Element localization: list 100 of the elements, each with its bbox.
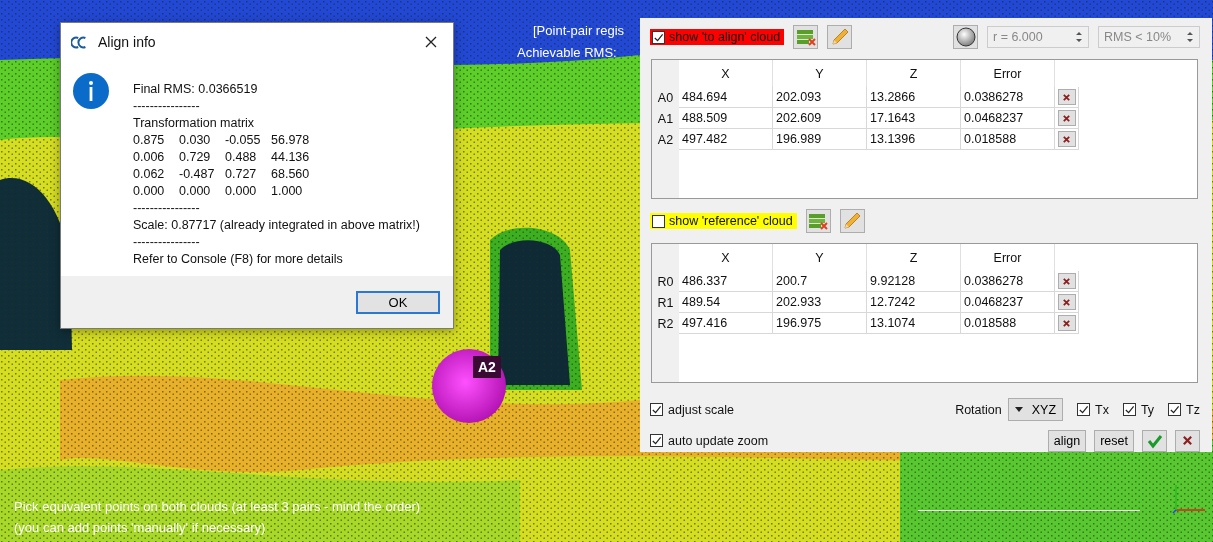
- matrix-value: 0.727: [225, 166, 258, 183]
- delete-button[interactable]: [1057, 89, 1076, 105]
- delete-button[interactable]: [1057, 110, 1076, 126]
- message-text: ----------------: [133, 234, 201, 251]
- table-cell: 202.933: [773, 292, 867, 313]
- table-cell: 196.975: [773, 313, 867, 334]
- cloud-toggle[interactable]: show 'to align' cloud: [650, 29, 785, 45]
- rotation-label: Rotation: [955, 402, 1002, 417]
- table-cell: 17.1643: [867, 108, 961, 129]
- message-text: Refer to Console (F8) for more details: [133, 251, 344, 268]
- instruction-text: Pick equivalent points on both clouds (at least 3 pairs - mind the order): [14, 498, 421, 516]
- matrix-value: 0.006: [133, 149, 166, 166]
- confirm-button[interactable]: [1142, 429, 1167, 452]
- matrix-value: 0.030: [179, 132, 212, 149]
- matrix-value: 0.000: [179, 183, 212, 200]
- remove-points-button[interactable]: [805, 209, 831, 233]
- row-header: A2: [656, 131, 675, 149]
- table-cell: 12.7242: [867, 292, 961, 313]
- cancel-button[interactable]: [1175, 429, 1200, 452]
- ok-button[interactable]: OK: [356, 290, 440, 314]
- window-title: Align info: [98, 34, 156, 50]
- sphere-icon: [955, 27, 976, 47]
- checkbox[interactable]: [650, 403, 663, 416]
- table-cell: 9.92128: [867, 271, 961, 292]
- cloud-toggle[interactable]: show 'reference' cloud: [650, 213, 797, 229]
- delete-button[interactable]: [1057, 294, 1076, 310]
- checkbox-label: show 'reference' cloud: [669, 214, 793, 228]
- checkbox-label: Tz: [1186, 402, 1200, 417]
- table-cell: 0.018588: [961, 129, 1055, 150]
- layers-icon: [795, 28, 816, 46]
- checkbox-label: show 'to align' cloud: [669, 30, 781, 44]
- table-cell: 0.0468237: [961, 292, 1055, 313]
- table-cell: 0.0386278: [961, 271, 1055, 292]
- matrix-value: 0.729: [179, 149, 212, 166]
- delete-icon: [1062, 113, 1071, 123]
- overlay-text: Achievable RMS:: [517, 44, 617, 62]
- checkbox-label: Ty: [1140, 402, 1155, 417]
- delete-icon: [1062, 297, 1071, 307]
- checkmark-icon: [1146, 432, 1163, 449]
- overlay-text: [Point-pair regis: [532, 22, 625, 40]
- table-cell: 0.0468237: [961, 108, 1055, 129]
- matrix-value: 0.000: [133, 183, 166, 200]
- checkbox-label: adjust scale: [668, 402, 734, 417]
- checkbox[interactable]: [1077, 403, 1090, 416]
- rotation-dropdown[interactable]: XYZ: [1007, 398, 1063, 421]
- table-cell: 0.018588: [961, 313, 1055, 334]
- sphere-button[interactable]: [953, 25, 978, 49]
- delete-icon: [1062, 276, 1071, 286]
- close-icon: [1182, 435, 1193, 446]
- caret-icon: [1014, 406, 1023, 413]
- axes-icon: [1172, 484, 1206, 514]
- row-header: R2: [656, 315, 675, 333]
- checkbox-label: auto update zoom: [668, 433, 769, 448]
- message-text: ----------------: [133, 98, 201, 115]
- action-button[interactable]: reset: [1094, 429, 1134, 452]
- table-cell: 0.0386278: [961, 87, 1055, 108]
- app-logo-icon: [71, 34, 89, 50]
- pencil-icon: [829, 27, 850, 47]
- table-cell: 200.7: [773, 271, 867, 292]
- close-icon: [425, 36, 437, 48]
- table-cell: 202.093: [773, 87, 867, 108]
- matrix-value: 56.978: [271, 132, 311, 149]
- checkbox[interactable]: [1168, 403, 1182, 416]
- table-cell: 202.609: [773, 108, 867, 129]
- delete-button[interactable]: [1057, 273, 1076, 289]
- delete-button[interactable]: [1057, 315, 1076, 331]
- table-cell: 13.1074: [867, 313, 961, 334]
- info-icon: [73, 73, 109, 109]
- checkbox-label: Tx: [1095, 402, 1109, 417]
- row-header: R1: [656, 294, 675, 312]
- delete-icon: [1062, 92, 1071, 102]
- matrix-value: -0.055: [225, 132, 262, 149]
- checkbox[interactable]: [1122, 403, 1136, 416]
- remove-points-button[interactable]: [793, 25, 819, 49]
- delete-icon: [1062, 318, 1071, 328]
- pencil-icon: [842, 211, 863, 231]
- message-text: Final RMS: 0.0366519: [133, 81, 259, 98]
- matrix-value: -0.487: [179, 166, 216, 183]
- matrix-value: 0.000: [225, 183, 258, 200]
- message-text: Transformation matrix: [133, 115, 256, 132]
- edit-button[interactable]: [839, 209, 865, 233]
- row-header: A0: [656, 89, 675, 107]
- checkbox[interactable]: [650, 434, 663, 447]
- checkbox[interactable]: [652, 30, 665, 44]
- message-text: ----------------: [133, 200, 201, 217]
- spin-arrows-icon: [1075, 30, 1083, 44]
- delete-button[interactable]: [1057, 131, 1076, 147]
- message-text: Scale: 0.87717 (already integrated in above matrix!): [133, 217, 420, 234]
- checkbox[interactable]: [652, 214, 665, 228]
- action-button[interactable]: align: [1047, 429, 1087, 452]
- matrix-value: 44.136: [271, 149, 311, 166]
- matrix-value: 0.488: [225, 149, 258, 166]
- delete-icon: [1062, 134, 1071, 144]
- layers-icon: [808, 212, 829, 230]
- point-label: A2: [473, 356, 501, 378]
- matrix-value: 68.560: [271, 166, 311, 183]
- table-cell: 13.1396: [867, 129, 961, 150]
- edit-button[interactable]: [827, 25, 853, 49]
- matrix-value: 0.062: [133, 166, 166, 183]
- row-header: A1: [656, 110, 675, 128]
